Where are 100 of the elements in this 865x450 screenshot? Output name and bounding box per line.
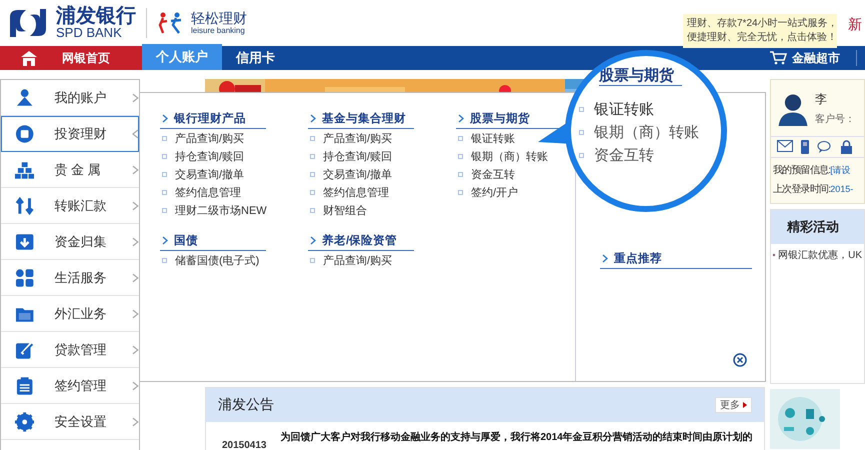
bullet-icon <box>579 153 584 158</box>
home-icon <box>20 50 38 66</box>
bullet-icon <box>458 136 463 140</box>
user-name: 李 <box>815 90 828 108</box>
magnified-item: 资金互转 <box>594 146 654 165</box>
sidebar-item[interactable]: 外汇业务 <box>1 296 139 332</box>
chevron-icon <box>132 344 140 354</box>
stacked-bars-icon <box>15 160 34 180</box>
bullet-icon <box>310 154 315 158</box>
chevron-icon <box>132 380 140 390</box>
chevron-icon <box>162 114 168 123</box>
tiles-icon <box>15 268 34 288</box>
activity-link[interactable]: 网银汇款优惠，UK <box>778 248 862 262</box>
sidebar-item[interactable]: 投资理财 <box>1 116 139 152</box>
bullet-icon <box>458 190 463 194</box>
chevron-icon <box>310 114 316 123</box>
bullet-icon <box>162 136 167 140</box>
chevron-icon <box>132 272 140 282</box>
chevron-icon <box>132 416 140 426</box>
mail-icon[interactable] <box>777 140 793 152</box>
menu-group-title: 养老/保险资管 <box>322 233 398 248</box>
nav-tab[interactable]: 信用卡 <box>222 46 289 70</box>
menu-link[interactable]: 产品查询/购买 <box>175 130 244 146</box>
chevron-icon <box>132 92 140 102</box>
chevron-icon <box>162 236 168 245</box>
login-time: 2015- <box>830 184 854 194</box>
bullet-icon <box>162 190 167 194</box>
menu-link[interactable]: 持仓查询/赎回 <box>175 148 244 164</box>
menu-group-title: 国债 <box>174 234 198 248</box>
bank-name-english: SPD BANK <box>56 26 123 40</box>
product-name-english: leisure banking <box>191 26 246 35</box>
bullet-icon <box>162 154 167 158</box>
more-button[interactable]: 更多 <box>715 397 752 413</box>
market-link[interactable]: 金融超市 <box>763 50 857 66</box>
activities-title: 精彩活动 <box>787 218 839 236</box>
menu-link[interactable]: 交易查询/撤单 <box>175 166 244 182</box>
bullet-icon <box>162 208 167 212</box>
notice-title: 浦发公告 <box>218 396 274 414</box>
bullet-icon <box>579 130 584 135</box>
bullet-icon <box>579 107 584 112</box>
notice-date: 20150413 <box>222 440 266 450</box>
reserved-info: 我的预留信息:[请设 <box>772 164 852 177</box>
menu-group-title: 重点推荐 <box>614 251 662 266</box>
product-name: 轻松理财 <box>191 11 247 26</box>
menu-link[interactable]: 签约信息管理 <box>175 184 241 200</box>
clipboard-icon <box>15 376 34 396</box>
magnified-item: 银期（商）转账 <box>594 123 699 142</box>
chevron-icon <box>132 128 140 138</box>
menu-group-title: 基金与集合理财 <box>322 111 406 126</box>
menu-link[interactable]: 产品查询/购买 <box>323 252 392 268</box>
menu-group-title: 银行理财产品 <box>174 111 246 126</box>
chevron-icon <box>602 254 608 263</box>
sidebar-item[interactable]: 签约管理 <box>1 368 139 404</box>
menu-link[interactable]: 签约信息管理 <box>323 184 389 200</box>
promo-tooltip: 理财、存款7*24小时一站式服务， 便捷理财、完全无忧，点击体验！ <box>683 14 837 48</box>
customer-number-label: 客户号： <box>815 112 855 126</box>
menu-link[interactable]: 银证转账 <box>471 130 515 146</box>
settings-icon <box>15 412 34 432</box>
chevron-icon <box>132 308 140 318</box>
download-box-icon <box>15 232 34 252</box>
transfer-arrows-icon <box>15 196 34 216</box>
lock-icon[interactable] <box>841 140 852 154</box>
menu-link[interactable]: 银期（商）转账 <box>471 148 548 164</box>
menu-group-title: 股票与期货 <box>470 111 530 126</box>
person-icon <box>15 88 34 108</box>
sidebar-item[interactable]: 资金归集 <box>1 224 139 260</box>
caret-icon <box>743 402 747 408</box>
menu-link[interactable]: 签约/开户 <box>471 184 518 200</box>
chevron-icon <box>310 236 316 245</box>
menu-link[interactable]: 财智组合 <box>323 202 367 218</box>
menu-link[interactable]: 资金互转 <box>471 166 515 182</box>
menu-link[interactable]: 持仓查询/赎回 <box>323 148 392 164</box>
menu-link[interactable]: 交易查询/撤单 <box>323 166 392 182</box>
bullet-icon <box>162 172 167 176</box>
sidebar-item[interactable]: 生活服务 <box>1 260 139 296</box>
home-button[interactable]: 网银首页 <box>0 46 142 70</box>
cart-icon <box>769 51 787 65</box>
bullet-icon <box>310 258 315 262</box>
chat-icon[interactable] <box>817 140 833 153</box>
stop-icon <box>15 124 34 144</box>
magnified-item: 银证转账 <box>594 100 654 119</box>
bank-name: 浦发银行 <box>56 6 136 26</box>
set-link[interactable]: [请设 <box>830 165 851 175</box>
bullet-icon <box>162 258 167 262</box>
phone-icon[interactable] <box>801 140 809 154</box>
sidebar-item[interactable]: 安全设置 <box>1 404 139 440</box>
bullet-icon <box>310 136 315 140</box>
bullet-icon <box>458 154 463 158</box>
chevron-icon <box>132 200 140 210</box>
sidebar-item[interactable]: 贷款管理 <box>1 332 139 368</box>
menu-link[interactable]: 理财二级市场NEW <box>175 202 267 218</box>
bullet-icon <box>458 172 463 176</box>
menu-link[interactable]: 储蓄国债(电子式) <box>175 252 260 268</box>
sidebar-item[interactable]: 我的账户 <box>1 80 139 116</box>
notice-link[interactable]: 为回馈广大客户对我行移动金融业务的支持与厚爱，我行将2014年金豆积分营销活动的结束时间由原计划的 <box>280 430 753 444</box>
bullet-icon <box>310 208 315 212</box>
chevron-icon <box>132 164 140 174</box>
close-icon[interactable] <box>733 353 747 367</box>
menu-link[interactable]: 产品查询/购买 <box>323 130 392 146</box>
chevron-icon <box>132 236 140 246</box>
